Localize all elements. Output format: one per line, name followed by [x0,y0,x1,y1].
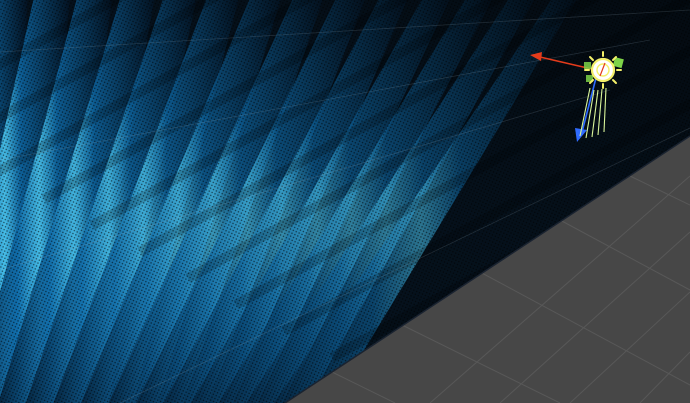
scene-canvas[interactable] [0,0,690,403]
scene-view-viewport[interactable] [0,0,690,403]
